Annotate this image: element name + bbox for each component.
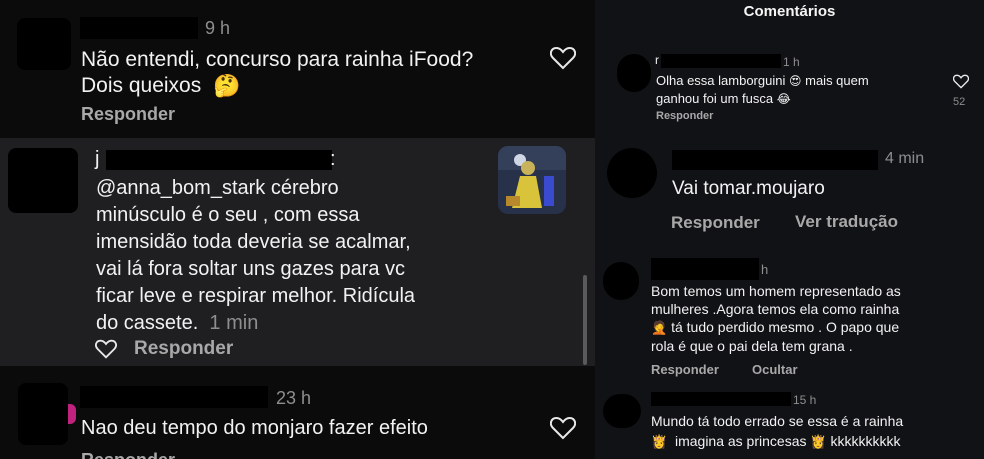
redacted-username bbox=[651, 258, 759, 280]
like-heart-icon[interactable] bbox=[550, 416, 576, 440]
username-initial: j bbox=[95, 148, 100, 170]
redacted-username bbox=[661, 54, 781, 68]
redacted-username bbox=[672, 150, 878, 170]
like-heart-icon[interactable] bbox=[550, 46, 576, 70]
like-heart-icon[interactable] bbox=[95, 339, 117, 359]
reply-button[interactable]: Responder bbox=[81, 450, 175, 459]
translate-button[interactable]: Ver tradução bbox=[795, 212, 898, 232]
comment-line: mulheres .Agora temos ela como rainha bbox=[651, 301, 900, 317]
redacted-username bbox=[80, 17, 198, 39]
comment-line-text: imagina as princesas bbox=[674, 433, 807, 449]
avatar[interactable] bbox=[617, 54, 651, 92]
comment-time: 9 h bbox=[205, 18, 231, 38]
comment-text: Nao deu tempo do monjaro fazer efeito bbox=[81, 417, 428, 439]
comment-line: rola é que o pai dela tem grana . bbox=[651, 338, 853, 355]
comment-line-text: Dois queixos bbox=[81, 74, 202, 97]
comment-time: 1 min bbox=[209, 312, 259, 334]
avatar[interactable] bbox=[603, 262, 639, 300]
comment-line: Bom temos um homem representado as bbox=[651, 283, 901, 299]
comment-line: 🤦 tá tudo perdido mesmo . O papo que bbox=[651, 318, 981, 337]
laughing-emoji-icon: 😂 bbox=[776, 92, 791, 107]
comment-line: ganhou foi um fusca 😂 bbox=[656, 90, 916, 108]
comment-time: h bbox=[761, 262, 769, 277]
comment-line: imensidão toda deveria se acalmar, bbox=[96, 231, 411, 253]
reply-button[interactable]: Responder bbox=[651, 362, 719, 377]
comment-text: Não entendi, concurso para rainha iFood?… bbox=[81, 47, 521, 99]
princess-emoji-icon: 👸 bbox=[651, 434, 668, 450]
comment-line: vai lá fora soltar uns gazes para vc bbox=[96, 258, 406, 280]
reply-button[interactable]: Responder bbox=[81, 104, 175, 125]
comment-text: Olha essa lamborguini 😍 mais quem ganhou… bbox=[656, 72, 916, 108]
thinking-emoji-icon: 🤔 bbox=[213, 73, 241, 99]
comment-line: Dois queixos 🤔 bbox=[81, 73, 521, 99]
avatar[interactable] bbox=[17, 18, 71, 70]
reply-button[interactable]: Responder bbox=[656, 110, 713, 122]
comment-line: 👸 imagina as princesas 👸 kkkkkkkkkk bbox=[651, 431, 981, 452]
hide-button[interactable]: Ocultar bbox=[752, 362, 798, 377]
avatar[interactable] bbox=[8, 148, 78, 213]
comment-time: 23 h bbox=[276, 388, 312, 408]
avatar[interactable] bbox=[603, 394, 641, 428]
story-ring bbox=[68, 404, 76, 424]
thumbnail-figure-icon bbox=[498, 146, 566, 214]
comment-line-text: do cassete. bbox=[96, 312, 199, 334]
comment-text: @anna_bom_stark cérebro minúsculo é o se… bbox=[96, 175, 486, 337]
comment-time: 15 h bbox=[793, 393, 817, 407]
username-colon: : bbox=[330, 148, 336, 170]
comment-line: do cassete. 1 min bbox=[96, 310, 486, 337]
comment-line: Mundo tá todo errado se essa é a rainha bbox=[651, 411, 981, 431]
post-thumbnail-image[interactable] bbox=[498, 146, 566, 214]
heart-eyes-emoji-icon: 😍 bbox=[788, 74, 802, 89]
left-comments-panel: 9 h Não entendi, concurso para rainha iF… bbox=[0, 0, 595, 459]
comment-time: 4 min bbox=[885, 150, 925, 167]
comment-line: @anna_bom_stark cérebro bbox=[96, 177, 339, 199]
redacted-username bbox=[80, 386, 268, 408]
like-heart-icon[interactable] bbox=[953, 74, 969, 89]
princess-emoji-icon: 👸 bbox=[810, 434, 827, 450]
comment-text: Vai tomar.moujaro bbox=[672, 178, 825, 199]
comment-line-text: mais quem bbox=[805, 73, 869, 88]
avatar[interactable] bbox=[18, 383, 68, 445]
comment-time: 1 h bbox=[783, 55, 800, 69]
redacted-username bbox=[651, 392, 791, 406]
comment-line: ficar leve e respirar melhor. Ridícula bbox=[96, 285, 416, 307]
comment-line: Não entendi, concurso para rainha iFood? bbox=[81, 48, 474, 71]
comments-header: Comentários bbox=[743, 3, 836, 20]
comment-line-text: ganhou foi um fusca bbox=[656, 91, 774, 107]
like-count: 52 bbox=[953, 96, 966, 108]
facepalm-emoji-icon: 🤦 bbox=[651, 320, 668, 336]
username-initial: r bbox=[655, 53, 659, 67]
scrollbar[interactable] bbox=[583, 275, 587, 365]
comment-line: minúsculo é o seu , com essa bbox=[96, 204, 360, 226]
reply-button[interactable]: Responder bbox=[134, 338, 233, 360]
comment-text: Mundo tá todo errado se essa é a rainha … bbox=[651, 411, 981, 452]
comment-line-text: Mundo tá todo errado se essa é a rainha bbox=[651, 413, 904, 429]
comment-line: Olha essa lamborguini 😍 mais quem bbox=[656, 72, 916, 90]
comment-line-text: kkkkkkkkkk bbox=[830, 433, 901, 449]
redacted-username bbox=[106, 150, 332, 170]
reply-button[interactable]: Responder bbox=[671, 213, 760, 233]
comment-text: Bom temos um homem representado as mulhe… bbox=[651, 282, 981, 355]
avatar[interactable] bbox=[607, 148, 657, 198]
right-comments-panel: Comentários r 1 h Olha essa lamborguini … bbox=[595, 0, 984, 459]
comment-line-text: tá tudo perdido mesmo . O papo que bbox=[671, 319, 900, 335]
comment-line-text: Olha essa lamborguini bbox=[656, 73, 786, 88]
